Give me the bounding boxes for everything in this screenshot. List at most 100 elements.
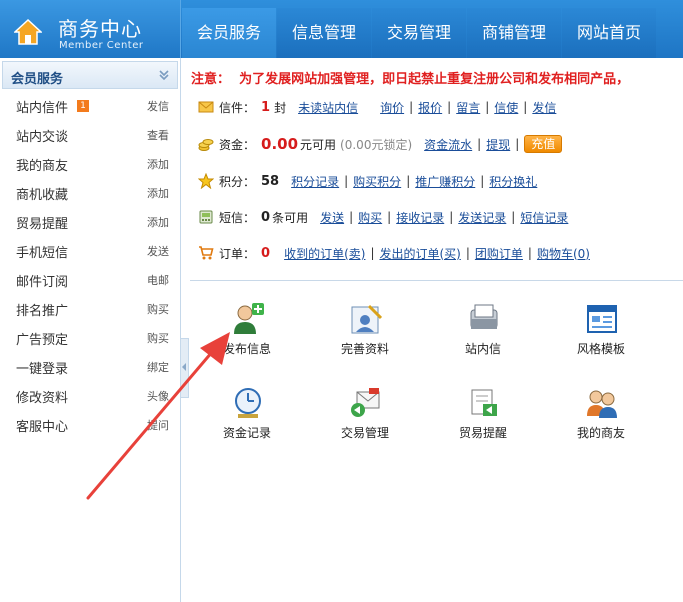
main-nav: 会员服务 信息管理 交易管理 商铺管理 网站首页 <box>182 8 657 58</box>
redeem-points-link[interactable]: 积分换礼 <box>489 173 537 190</box>
tile-complete-profile[interactable]: 完善资料 <box>310 302 420 372</box>
template-window-icon <box>587 305 617 333</box>
sms-buy-link[interactable]: 购买 <box>358 209 382 226</box>
points-record-link[interactable]: 积分记录 <box>291 173 339 190</box>
quote-link[interactable]: 报价 <box>418 99 442 116</box>
tile-my-friends[interactable]: 我的商友 <box>546 386 656 456</box>
sidebar-item-label: 广告预定 <box>16 333 69 348</box>
sms-received-link[interactable]: 接收记录 <box>396 209 444 226</box>
sms-row: 短信： 0 条可用 发送 | 购买 | 接收记录 | 发送记录 | 短信记录 <box>198 206 568 228</box>
cart-icon <box>199 246 214 260</box>
sidebar-heading[interactable]: 会员服务 <box>2 61 178 89</box>
notice-text: 为了发展网站加强管理，即日起禁止重复注册公司和发布相同产品， <box>239 72 630 87</box>
received-orders-link[interactable]: 收到的订单(卖) <box>284 245 365 262</box>
send-mail-link[interactable]: 发信 <box>532 99 556 116</box>
sidebar-item-action[interactable]: 添加 <box>147 156 169 172</box>
sidebar-item-chat[interactable]: 站内交谈 查看 <box>0 120 180 149</box>
sidebar-item-support[interactable]: 客服中心 提问 <box>0 410 180 439</box>
sidebar-item-sms[interactable]: 手机短信 发送 <box>0 236 180 265</box>
sidebar-item-action[interactable]: 头像 <box>147 388 169 404</box>
orders-amount: 0 <box>261 245 271 261</box>
logo[interactable]: 商务中心 Member Center <box>0 0 181 58</box>
sidebar-item-oneclick-login[interactable]: 一键登录 绑定 <box>0 352 180 381</box>
withdraw-link[interactable]: 提现 <box>486 136 510 153</box>
sidebar-list: 站内信件 1 发信 站内交谈 查看 我的商友 添加 商机收藏 添加 贸易提醒 添… <box>0 91 180 439</box>
sidebar-item-ads[interactable]: 广告预定 购买 <box>0 323 180 352</box>
divider <box>190 280 683 281</box>
sidebar-item-label: 邮件订阅 <box>16 275 69 290</box>
sidebar-item-edit-profile[interactable]: 修改资料 头像 <box>0 381 180 410</box>
sidebar-item-action[interactable]: 发信 <box>147 98 169 114</box>
sidebar-item-action[interactable]: 购买 <box>147 330 169 346</box>
inquiry-link[interactable]: 询价 <box>380 99 404 116</box>
tile-label: 贸易提醒 <box>458 426 507 440</box>
promote-points-link[interactable]: 推广赚积分 <box>415 173 475 190</box>
mail-label: 信件： <box>219 100 256 115</box>
funds-flow-link[interactable]: 资金流水 <box>424 136 472 153</box>
sidebar-item-action[interactable]: 查看 <box>147 127 169 143</box>
clock-icon <box>235 388 261 418</box>
funds-row: 资金： 0.00 元可用 (0.00元锁定) 资金流水 | 提现 | 充值 <box>198 133 563 155</box>
message-link[interactable]: 留言 <box>456 99 480 116</box>
messenger-link[interactable]: 信使 <box>494 99 518 116</box>
sidebar-item-favorites[interactable]: 商机收藏 添加 <box>0 178 180 207</box>
recharge-button[interactable]: 充值 <box>524 135 563 153</box>
sidebar: 会员服务 站内信件 1 发信 站内交谈 查看 我的商友 添加 商机收藏 添加 贸… <box>0 58 181 602</box>
star-icon <box>198 173 214 189</box>
sidebar-item-label: 手机短信 <box>16 246 69 261</box>
tile-funds-record[interactable]: 资金记录 <box>192 386 302 456</box>
funds-unit: 元可用 <box>300 137 337 152</box>
sidebar-item-action[interactable]: 添加 <box>147 214 169 230</box>
user-add-icon <box>234 303 264 334</box>
sidebar-item-action[interactable]: 添加 <box>147 185 169 201</box>
sms-sent-link[interactable]: 发送记录 <box>458 209 506 226</box>
nav-member-service[interactable]: 会员服务 <box>182 8 276 58</box>
sidebar-item-email-sub[interactable]: 邮件订阅 电邮 <box>0 265 180 294</box>
sms-record-link[interactable]: 短信记录 <box>520 209 568 226</box>
tile-trade-manage[interactable]: 交易管理 <box>310 386 420 456</box>
friends-icon <box>587 390 617 418</box>
tile-trade-alert[interactable]: 贸易提醒 <box>428 386 538 456</box>
sidebar-item-action[interactable]: 购买 <box>147 301 169 317</box>
sidebar-item-label: 一键登录 <box>16 362 69 377</box>
sidebar-item-action[interactable]: 发送 <box>147 243 169 259</box>
mail-unit: 封 <box>274 100 287 115</box>
tile-label: 完善资料 <box>340 342 389 356</box>
buy-points-link[interactable]: 购买积分 <box>353 173 401 190</box>
funds-label: 资金： <box>219 137 256 152</box>
funds-locked: (0.00元锁定) <box>340 137 413 152</box>
sidebar-item-action[interactable]: 绑定 <box>147 359 169 375</box>
sms-unit: 条可用 <box>272 210 309 225</box>
sidebar-heading-label: 会员服务 <box>11 72 64 87</box>
nav-site-home[interactable]: 网站首页 <box>562 8 656 58</box>
tile-style-template[interactable]: 风格模板 <box>546 302 656 372</box>
sidebar-item-label: 排名推广 <box>16 304 69 319</box>
sms-send-link[interactable]: 发送 <box>320 209 344 226</box>
shopping-cart-link[interactable]: 购物车(0) <box>537 245 590 262</box>
sidebar-item-action[interactable]: 提问 <box>147 417 169 433</box>
nav-info-manage[interactable]: 信息管理 <box>277 8 371 58</box>
tile-label: 站内信 <box>464 342 501 356</box>
tile-publish-info[interactable]: 发布信息 <box>192 302 302 372</box>
sms-label: 短信： <box>219 210 256 225</box>
sidebar-item-ranking[interactable]: 排名推广 购买 <box>0 294 180 323</box>
trade-envelope-icon <box>351 388 380 417</box>
sidebar-item-label: 贸易提醒 <box>16 217 69 232</box>
chevron-down-icon <box>159 70 169 81</box>
sidebar-item-friends[interactable]: 我的商友 添加 <box>0 149 180 178</box>
reminder-icon <box>471 389 497 416</box>
tile-site-mail[interactable]: 站内信 <box>428 302 538 372</box>
tile-label: 风格模板 <box>576 342 625 356</box>
main-content: 注意： 为了发展网站加强管理，即日起禁止重复注册公司和发布相同产品， 信件： 1… <box>190 58 683 602</box>
sidebar-collapse-toggle[interactable] <box>181 338 189 398</box>
group-orders-link[interactable]: 团购订单 <box>475 245 523 262</box>
nav-shop-manage[interactable]: 商铺管理 <box>467 8 561 58</box>
nav-trade-manage[interactable]: 交易管理 <box>372 8 466 58</box>
sidebar-item-mail[interactable]: 站内信件 1 发信 <box>0 91 180 120</box>
sidebar-item-action[interactable]: 电邮 <box>147 272 169 288</box>
sidebar-item-trade-alert[interactable]: 贸易提醒 添加 <box>0 207 180 236</box>
unread-mail-link[interactable]: 未读站内信 <box>298 99 358 116</box>
sent-orders-link[interactable]: 发出的订单(买) <box>379 245 460 262</box>
points-row: 积分： 58 积分记录 | 购买积分 | 推广赚积分 | 积分换礼 <box>198 170 537 192</box>
tile-label: 我的商友 <box>576 426 625 440</box>
